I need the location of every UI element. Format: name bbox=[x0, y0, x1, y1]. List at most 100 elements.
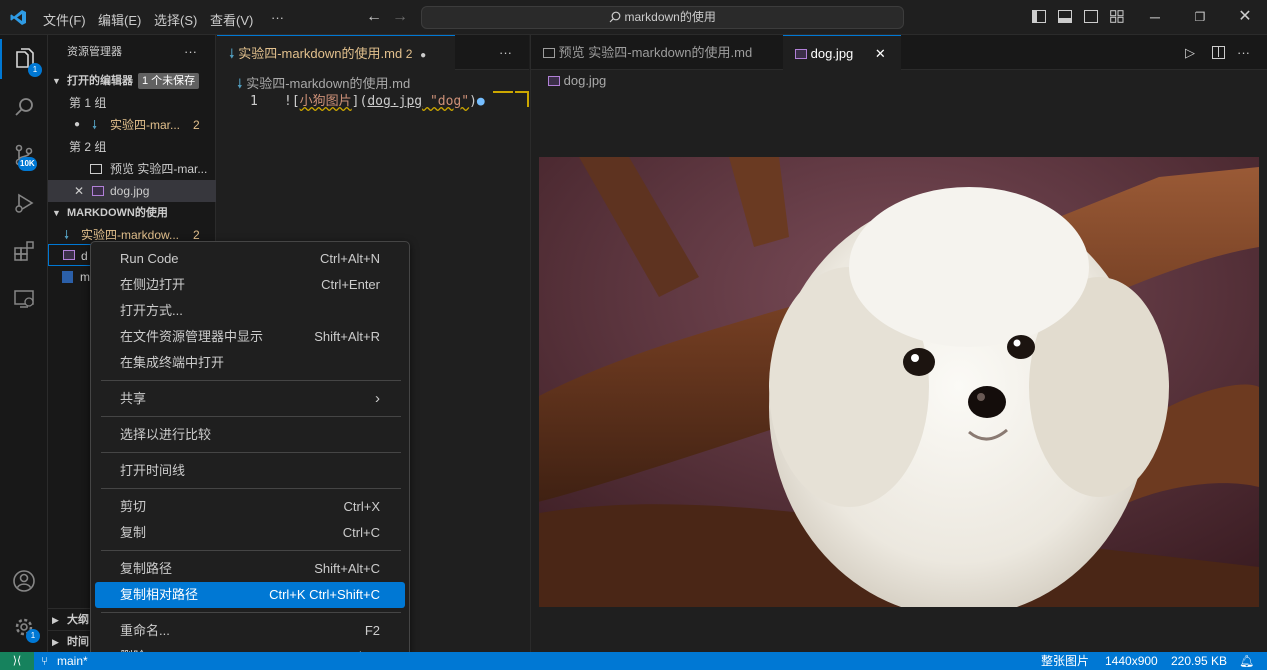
folder-section[interactable]: ▼ MARKDOWN的使用 bbox=[48, 202, 216, 224]
menu-item-rename[interactable]: 重命名... F2 bbox=[95, 618, 405, 644]
chevron-right-icon: › bbox=[375, 390, 380, 407]
search-text: markdown的使用 bbox=[624, 10, 716, 24]
extensions-icon[interactable] bbox=[0, 231, 48, 271]
tab-bar: 预览 实验四-markdown的使用.md dog.jpg ✕ ▷ ··· bbox=[531, 35, 1267, 70]
menu-edit[interactable]: 编辑(E) bbox=[98, 10, 141, 29]
status-bar: ⟩⟨ ⑂ main* 整张图片 1440x900 220.95 KB 🔔︎ bbox=[0, 652, 1267, 670]
menu-selection[interactable]: 选择(S) bbox=[154, 10, 197, 29]
command-center-search[interactable]: markdown的使用 bbox=[421, 6, 904, 29]
close-editor-icon[interactable]: ✕ bbox=[74, 180, 84, 202]
file-name: 预览 实验四-mar... bbox=[110, 162, 208, 176]
customize-layout-icon[interactable] bbox=[1110, 10, 1124, 23]
restore-icon[interactable]: ❐ bbox=[1192, 9, 1208, 25]
open-editors-section[interactable]: ▼ 打开的编辑器 1 个未保存 bbox=[48, 70, 216, 92]
open-editor-item-md[interactable]: ● 🠗 实验四-mar... 2 bbox=[48, 114, 216, 136]
menu-item-cut[interactable]: 剪切 Ctrl+X bbox=[95, 494, 405, 520]
editor-more-icon[interactable]: ··· bbox=[1237, 35, 1250, 70]
dog-image-preview[interactable] bbox=[539, 157, 1259, 607]
menu-item-copy-path[interactable]: 复制路径 Shift+Alt+C bbox=[95, 556, 405, 582]
menu-item-copy[interactable]: 复制 Ctrl+C bbox=[95, 520, 405, 546]
toggle-secondary-sidebar-icon[interactable] bbox=[1084, 10, 1098, 23]
timeline-label: 时间 bbox=[67, 636, 89, 648]
code-line-1[interactable]: 1 ![小狗图片](dog.jpg "dog")● bbox=[217, 92, 529, 112]
vscode-logo-icon bbox=[10, 9, 27, 26]
menu-item-label: 打开方式... bbox=[120, 303, 183, 318]
minimize-icon[interactable]: ─ bbox=[1147, 9, 1163, 25]
toggle-primary-sidebar-icon[interactable] bbox=[1032, 10, 1046, 23]
breadcrumb[interactable]: dog.jpg bbox=[548, 73, 606, 88]
file-name: dog.jpg bbox=[110, 184, 150, 198]
tab-dog-image[interactable]: dog.jpg ✕ bbox=[783, 35, 901, 70]
search-view-icon[interactable] bbox=[0, 87, 48, 127]
open-editor-item-dog[interactable]: ✕ dog.jpg bbox=[48, 180, 216, 202]
menu-item-shortcut: Ctrl+Alt+N bbox=[320, 251, 380, 266]
notifications-bell-icon[interactable]: 🔔︎ bbox=[1239, 652, 1254, 670]
branch-name[interactable]: main* bbox=[57, 652, 88, 670]
explorer-icon[interactable]: 1 bbox=[0, 39, 48, 79]
problem-count: 2 bbox=[193, 118, 200, 132]
remote-explorer-icon[interactable] bbox=[0, 279, 48, 319]
menu-item-run-code[interactable]: Run Code Ctrl+Alt+N bbox=[95, 246, 405, 272]
menu-view[interactable]: 查看(V) bbox=[210, 10, 253, 29]
markdown-file-icon: 🠗 bbox=[92, 118, 98, 132]
split-editor-icon[interactable] bbox=[1212, 46, 1225, 59]
markdown-file-icon: 🠗 bbox=[229, 46, 235, 61]
menu-item-label: 复制相对路径 bbox=[120, 587, 199, 602]
menu-separator bbox=[101, 488, 401, 489]
menu-file[interactable]: 文件(F) bbox=[43, 10, 86, 29]
unsaved-dot-icon[interactable]: ● bbox=[420, 50, 426, 61]
settings-gear-icon[interactable]: 1 bbox=[0, 607, 48, 647]
chevron-down-icon: ▼ bbox=[52, 76, 61, 86]
forward-arrow-icon[interactable]: → bbox=[392, 9, 408, 25]
editor-more-icon[interactable]: ··· bbox=[499, 35, 512, 70]
open-editor-item-preview[interactable]: 预览 实验四-mar... bbox=[48, 158, 216, 180]
code-link: dog.jpg bbox=[367, 94, 423, 109]
run-debug-icon[interactable] bbox=[0, 183, 48, 223]
menu-item-open-timeline[interactable]: 打开时间线 bbox=[95, 458, 405, 484]
tab-bar: 🠗 实验四-markdown的使用.md 2 ● ··· bbox=[217, 35, 529, 70]
explorer-more-icon[interactable]: ··· bbox=[184, 41, 197, 63]
line-number: 1 bbox=[250, 94, 258, 109]
outline-label: 大纲 bbox=[67, 614, 89, 626]
menu-item-label: 剪切 bbox=[120, 499, 147, 514]
source-control-icon[interactable]: 10K bbox=[0, 135, 48, 175]
markdown-file-icon: 🠗 bbox=[237, 76, 243, 91]
accounts-icon[interactable] bbox=[0, 561, 48, 601]
title-bar: 文件(F) 编辑(E) 选择(S) 查看(V) ··· ← → markdown… bbox=[0, 0, 1267, 35]
code-content: ![小狗图片](dog.jpg "dog")● bbox=[284, 92, 485, 112]
dog-image bbox=[539, 157, 1259, 607]
image-file-icon bbox=[63, 250, 75, 260]
back-arrow-icon[interactable]: ← bbox=[366, 9, 382, 25]
menu-separator bbox=[101, 452, 401, 453]
close-window-icon[interactable]: ✕ bbox=[1237, 9, 1253, 25]
menu-item-label: 选择以进行比较 bbox=[120, 427, 212, 442]
menu-item-select-for-compare[interactable]: 选择以进行比较 bbox=[95, 422, 405, 448]
menu-item-reveal-in-explorer[interactable]: 在文件资源管理器中显示 Shift+Alt+R bbox=[95, 324, 405, 350]
branch-icon: ⑂ bbox=[41, 654, 49, 668]
menu-item-open-to-side[interactable]: 在侧边打开 Ctrl+Enter bbox=[95, 272, 405, 298]
unsaved-badge: 1 个未保存 bbox=[138, 73, 200, 89]
menu-item-label: 共享 bbox=[120, 391, 147, 406]
run-icon[interactable]: ▷ bbox=[1185, 35, 1195, 70]
close-tab-icon[interactable]: ✕ bbox=[875, 46, 886, 61]
image-file-icon bbox=[92, 186, 104, 196]
menu-item-open-in-terminal[interactable]: 在集成终端中打开 bbox=[95, 350, 405, 376]
menu-item-copy-relative-path[interactable]: 复制相对路径 Ctrl+K Ctrl+Shift+C bbox=[95, 582, 405, 608]
file-name: m bbox=[80, 270, 90, 284]
menu-item-open-with[interactable]: 打开方式... bbox=[95, 298, 405, 324]
menu-separator bbox=[101, 380, 401, 381]
image-zoom-mode[interactable]: 整张图片 bbox=[1041, 652, 1089, 670]
menu-item-label: 在集成终端中打开 bbox=[120, 355, 225, 370]
tab-preview[interactable]: 预览 实验四-markdown的使用.md bbox=[531, 35, 783, 70]
toggle-panel-icon[interactable] bbox=[1058, 10, 1072, 23]
tab-markdown-file[interactable]: 🠗 实验四-markdown的使用.md 2 ● bbox=[217, 35, 455, 70]
menu-item-share[interactable]: 共享 › bbox=[95, 386, 405, 412]
code-token: ![ bbox=[284, 94, 300, 109]
menu-separator bbox=[101, 550, 401, 551]
lightbulb-icon[interactable]: ● bbox=[477, 94, 485, 109]
menu-separator bbox=[101, 416, 401, 417]
breadcrumb-label: 实验四-markdown的使用.md bbox=[246, 76, 411, 91]
remote-indicator-icon[interactable]: ⟩⟨ bbox=[0, 652, 34, 670]
menu-more[interactable]: ··· bbox=[271, 10, 284, 25]
code-token: ) bbox=[469, 94, 477, 109]
